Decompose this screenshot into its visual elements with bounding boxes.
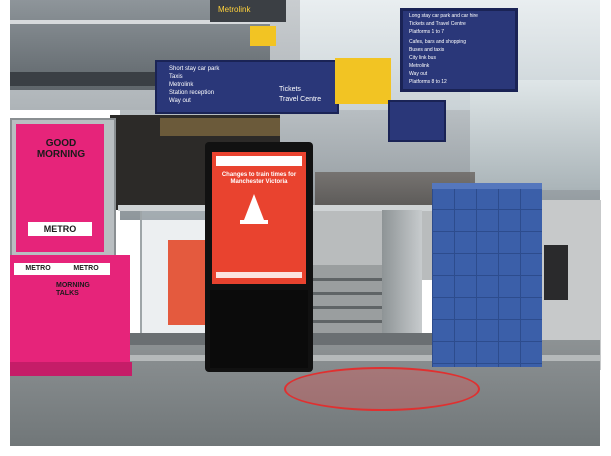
sign-line: Tickets	[279, 86, 301, 93]
staircase	[312, 265, 392, 335]
red-display-panel	[168, 240, 210, 325]
station-concourse-photo: Metrolink Short stay car park Taxis Metr…	[0, 0, 611, 456]
sign-line: Metrolink	[409, 63, 430, 69]
stair-step	[312, 278, 392, 281]
yellow-info-sign	[250, 26, 276, 46]
metrolink-sign-label: Metrolink	[218, 5, 251, 14]
image-border	[0, 0, 10, 456]
sign-line: Taxis	[169, 74, 183, 80]
right-glazing	[470, 80, 600, 190]
sign-line: Cafes, bars and shopping	[409, 39, 466, 45]
sign-line: Way out	[409, 71, 428, 77]
kiosk-footer-logos	[216, 272, 302, 278]
traffic-cone-base	[240, 220, 268, 224]
stand-base	[10, 362, 132, 376]
stair-step	[312, 306, 392, 309]
stand-label-left: METRO	[14, 263, 62, 275]
stand-headline: MORNING TALKS	[56, 282, 90, 297]
pillar-tiles	[432, 187, 542, 367]
traffic-cone-icon	[244, 194, 264, 220]
sign-line: Travel Centre	[279, 96, 322, 103]
sign-line: City link bus	[409, 55, 436, 61]
kiosk-lower-panel	[210, 290, 308, 368]
stair-step	[312, 292, 392, 295]
sign-line: Platforms 1 to 7	[409, 29, 445, 35]
direction-sign-left: Short stay car park Taxis Metrolink Stat…	[155, 60, 339, 114]
sign-line: Short stay car park	[169, 66, 220, 72]
yellow-sign-panel	[335, 58, 391, 104]
kiosk-headline: Changes to train times for Manchester Vi…	[221, 172, 297, 185]
sign-line: Metrolink	[169, 82, 194, 88]
sign-line: Station reception	[169, 90, 215, 96]
stand-label-right: METRO	[62, 263, 110, 275]
metrolink-sign: Metrolink	[210, 0, 286, 22]
sign-line: Buses and taxis	[409, 47, 445, 53]
escalator	[382, 210, 422, 335]
small-direction-sign	[388, 100, 446, 142]
stair-step	[312, 320, 392, 323]
sign-line: Tickets and Travel Centre	[409, 21, 466, 27]
shop-sign	[160, 118, 280, 136]
sign-line: Way out	[169, 98, 191, 104]
poster-brand-logo: METRO	[28, 222, 92, 236]
sign-line: Long stay car park and car hire	[409, 13, 478, 19]
sign-line: Platforms 8 to 12	[409, 79, 447, 85]
highlight-ellipse	[284, 367, 480, 411]
direction-sign-right: Long stay car park and car hire Tickets …	[400, 8, 518, 92]
pillar-top	[432, 183, 542, 189]
kiosk-header-bar	[216, 156, 302, 166]
poster-headline: GOOD MORNING	[36, 138, 86, 160]
seated-person	[544, 245, 568, 300]
image-border	[601, 0, 611, 456]
image-border	[0, 446, 611, 456]
